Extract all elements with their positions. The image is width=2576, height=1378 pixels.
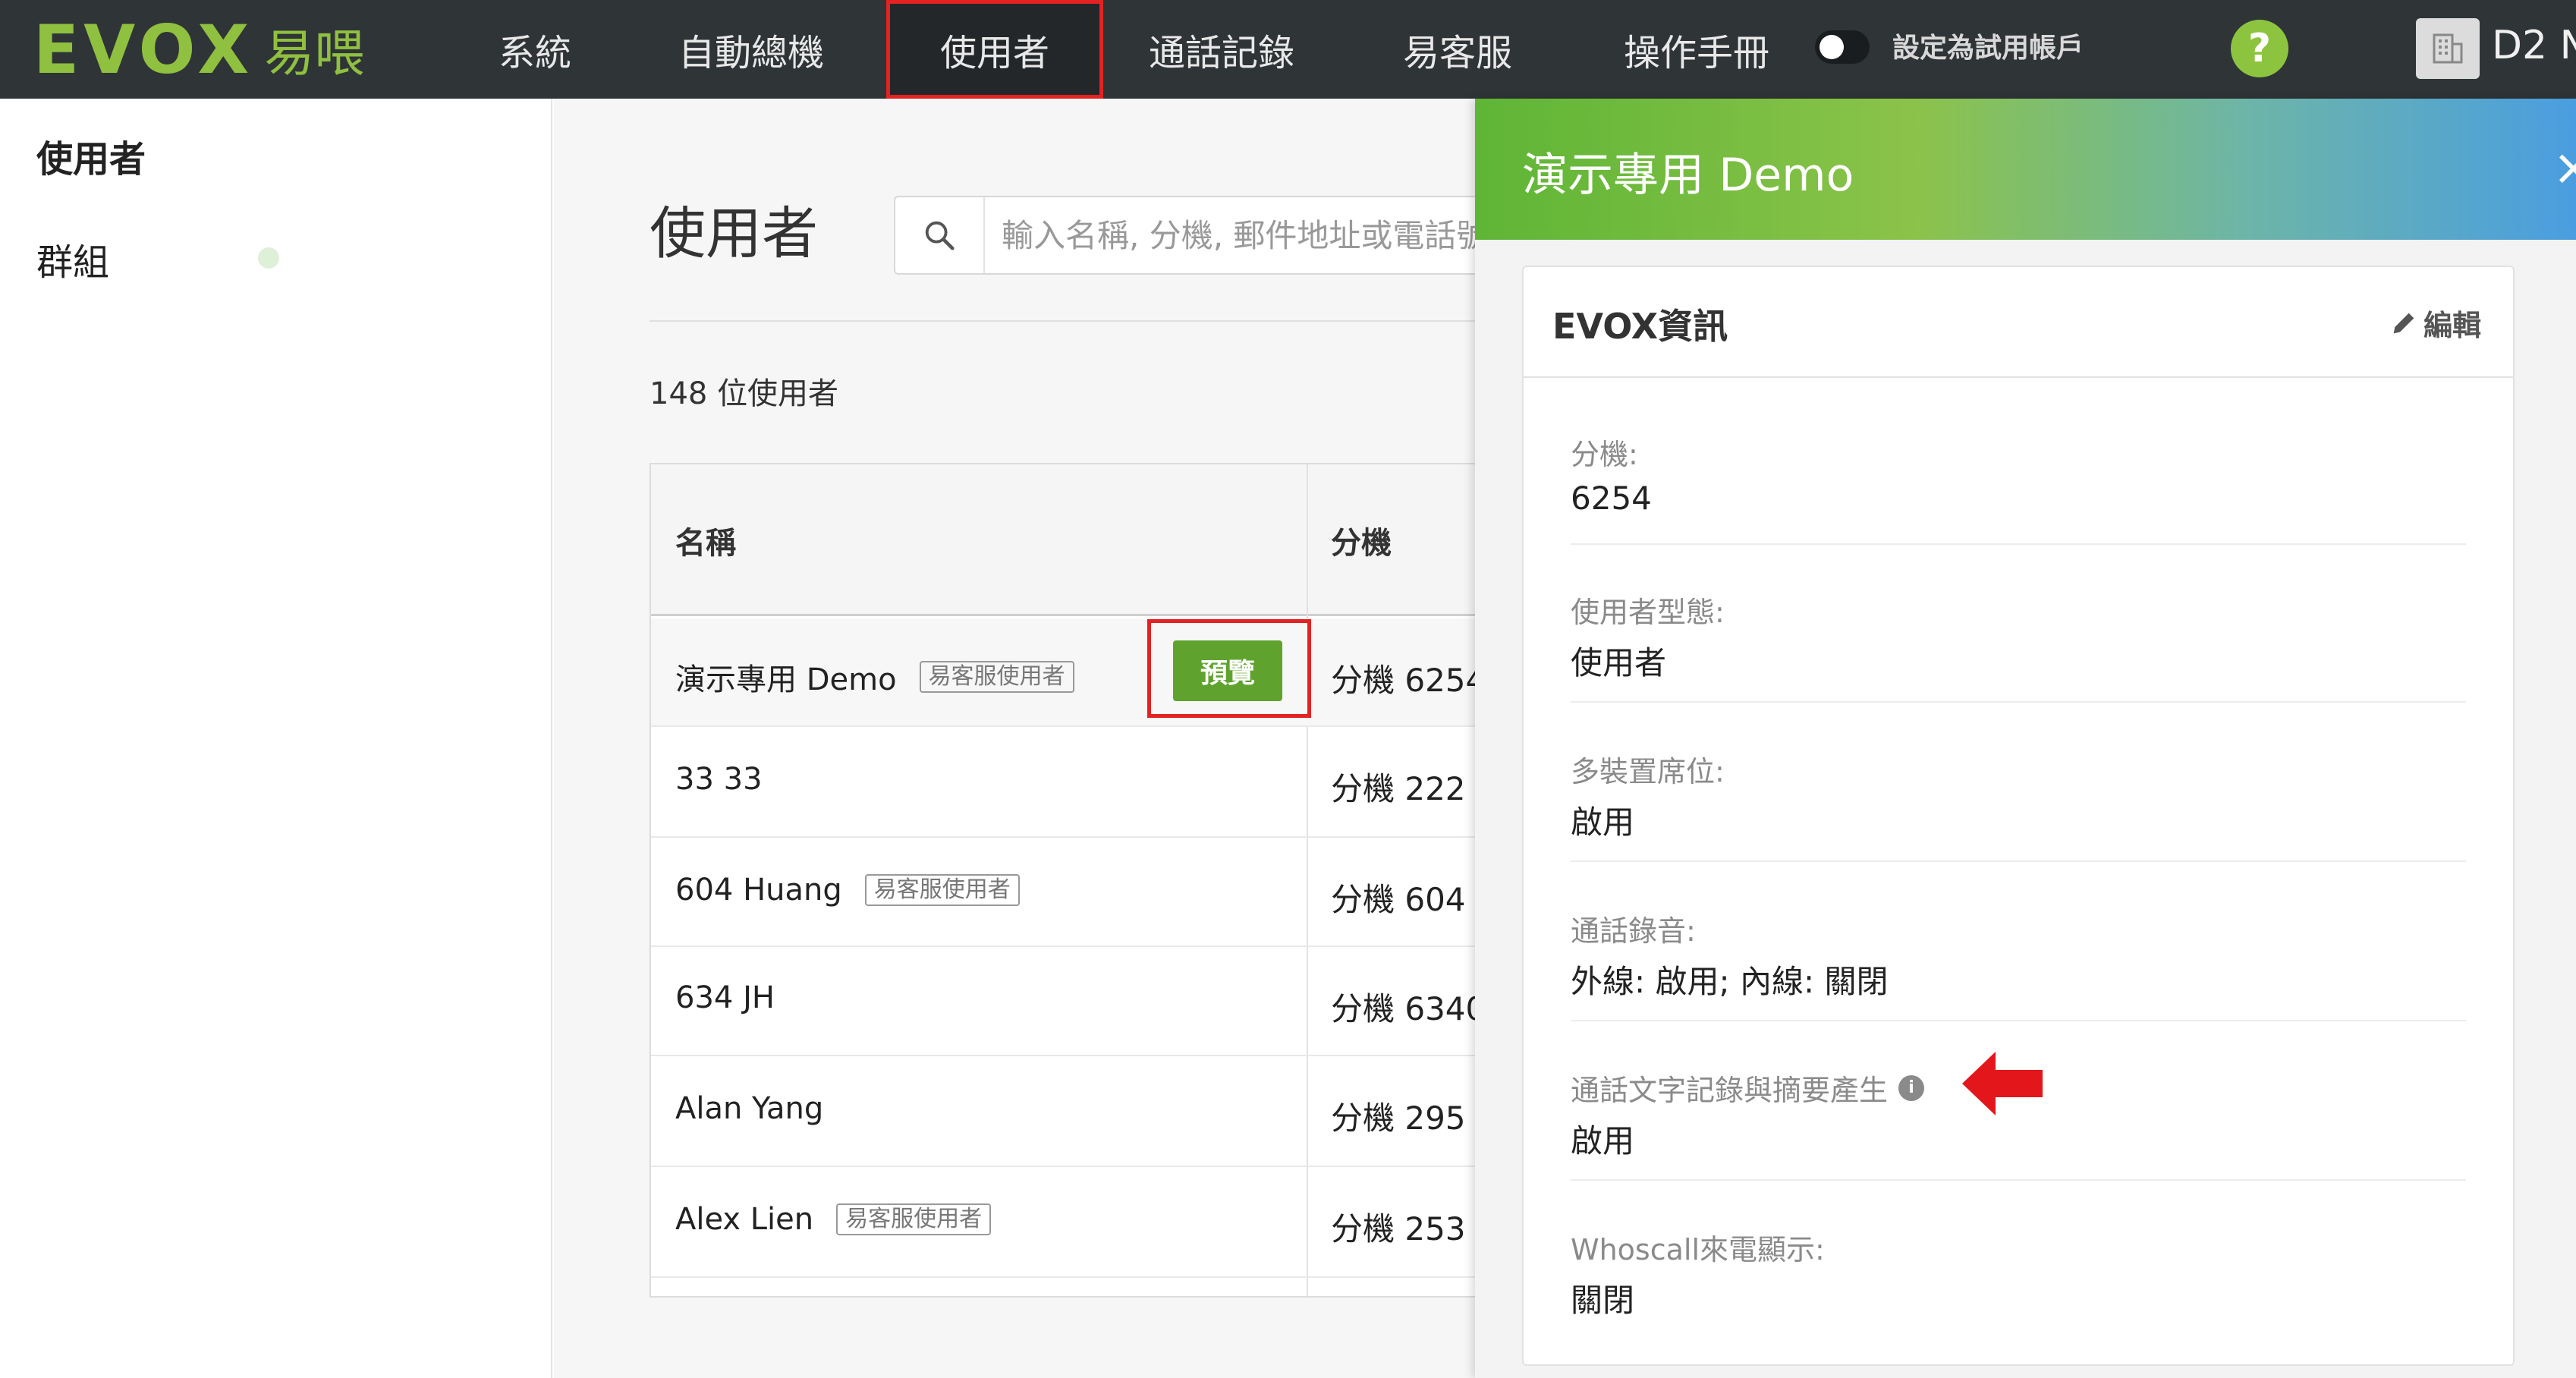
- pencil-icon: [2393, 313, 2414, 333]
- trial-account-toggle[interactable]: [1815, 30, 1870, 64]
- building-icon-svg: [2433, 33, 2463, 64]
- extension-cell: 分機 6254: [1331, 662, 1484, 699]
- extension-cell: 分機 604: [1331, 881, 1466, 918]
- search-input[interactable]: [1002, 214, 1487, 256]
- user-name-cell: Alan Yang: [675, 1091, 823, 1126]
- card-header: EVOX資訊 編輯: [1524, 267, 2513, 378]
- users-table: 名稱 分機 演示專用 Demo 易客服使用者 分機 6254 33 33 分機 …: [650, 463, 1484, 1298]
- user-name: 634 JH: [675, 980, 775, 1015]
- close-icon[interactable]: ×: [2552, 138, 2576, 197]
- building-icon[interactable]: [2416, 18, 2480, 79]
- nav-item-system[interactable]: 系統: [478, 0, 592, 99]
- field-value: 外線: 啟用; 內線: 關閉: [1571, 963, 1889, 1000]
- help-button[interactable]: ?: [2231, 20, 2288, 77]
- drawer-header: 演示專用 Demo ×: [1475, 99, 2576, 240]
- column-header-name[interactable]: 名稱: [675, 464, 736, 616]
- divider: [650, 320, 1484, 322]
- user-name: 演示專用 Demo: [675, 662, 897, 697]
- field-label: 使用者型態:: [1571, 596, 1725, 629]
- edit-label: 編輯: [2423, 309, 2482, 342]
- user-name-cell: 604 Huang 易客服使用者: [675, 873, 1020, 908]
- search-icon[interactable]: [895, 197, 985, 273]
- extension-cell: 分機 253: [1331, 1210, 1466, 1247]
- nav-item-customer-service[interactable]: 易客服: [1386, 0, 1530, 99]
- edit-button[interactable]: 編輯: [2389, 302, 2481, 344]
- field-value: 6254: [1571, 480, 1652, 517]
- table-row[interactable]: Alex Lien 易客服使用者 分機 253: [651, 1167, 1483, 1278]
- user-name: 604 Huang: [675, 873, 842, 908]
- field-label: 通話錄音:: [1571, 914, 1696, 948]
- user-name-cell: 634 JH: [675, 980, 775, 1015]
- user-detail-drawer: 演示專用 Demo × EVOX資訊 編輯 分機: 6254 使用者型態: 使用…: [1475, 99, 2576, 1378]
- customer-service-tag: 易客服使用者: [836, 1203, 992, 1235]
- red-arrow-icon: [1962, 1052, 2043, 1115]
- customer-service-tag: 易客服使用者: [864, 874, 1020, 906]
- sidebar-item-users[interactable]: 使用者: [36, 129, 146, 182]
- field-value: 啟用: [1571, 1122, 1635, 1159]
- field-label: Whoscall來電顯示:: [1571, 1233, 1825, 1266]
- top-navigation-bar: EVOX 易喂 系統 自動總機 使用者 通話記錄 易客服 操作手冊 設定為試用帳…: [0, 0, 2576, 99]
- column-header-extension[interactable]: 分機: [1331, 464, 1392, 616]
- extension-cell: 分機 6340: [1331, 990, 1484, 1027]
- card-title: EVOX資訊: [1552, 306, 1728, 347]
- search-box[interactable]: [894, 196, 1501, 275]
- field-label: 多裝置席位:: [1571, 755, 1725, 788]
- evox-info-card: EVOX資訊 編輯 分機: 6254 使用者型態: 使用者 多裝置席位: 啟用 …: [1522, 266, 2515, 1366]
- field-whoscall: Whoscall來電顯示: 關閉: [1571, 1226, 2466, 1340]
- field-label: 通話文字記錄與摘要產生 i: [1571, 1067, 1925, 1109]
- field-extension: 分機: 6254: [1571, 431, 2466, 545]
- field-multi-device-seat: 多裝置席位: 啟用: [1571, 748, 2466, 862]
- table-row[interactable]: 演示專用 Demo 易客服使用者 分機 6254: [651, 618, 1484, 727]
- sidebar-item-groups[interactable]: 群組: [36, 232, 109, 285]
- table-row[interactable]: Alan Yang 分機 295: [651, 1056, 1483, 1167]
- field-value: 關閉: [1571, 1282, 1635, 1319]
- logo-text: EVOX: [33, 10, 254, 89]
- user-name: Alan Yang: [675, 1091, 824, 1126]
- nav-item-manual[interactable]: 操作手冊: [1606, 0, 1788, 99]
- table-row[interactable]: 33 33 分機 222: [651, 727, 1483, 838]
- user-count: 148 位使用者: [650, 376, 839, 411]
- search-icon-svg: [925, 221, 955, 250]
- field-label: 分機:: [1571, 438, 1638, 471]
- user-name-cell: Alex Lien 易客服使用者: [675, 1202, 992, 1237]
- field-value: 使用者: [1571, 644, 1667, 681]
- table-header: 名稱 分機: [651, 464, 1483, 616]
- field-call-recording: 通話錄音: 外線: 啟用; 內線: 關閉: [1571, 908, 2466, 1021]
- drawer-title: 演示專用 Demo: [1522, 149, 1854, 202]
- toggle-knob: [1820, 35, 1844, 59]
- extension-cell: 分機 222: [1331, 770, 1466, 807]
- nav-item-auto-attendant[interactable]: 自動總機: [660, 0, 842, 99]
- logo-chinese-text: 易喂: [264, 24, 365, 83]
- nav-item-call-records[interactable]: 通話記錄: [1131, 0, 1313, 99]
- field-value: 啟用: [1571, 804, 1635, 841]
- table-row[interactable]: 604 Huang 易客服使用者 分機 604: [651, 838, 1483, 947]
- page-title: 使用者: [650, 201, 818, 266]
- extension-cell: 分機 295: [1331, 1100, 1466, 1137]
- main-content: 使用者 148 位使用者 名稱 分機 演示專用 Demo 易客服使用者 分機 6…: [554, 99, 1501, 1378]
- preview-button[interactable]: 預覽: [1173, 640, 1282, 701]
- evox-logo[interactable]: EVOX 易喂: [33, 11, 364, 89]
- sidebar: 使用者 群組: [0, 99, 552, 1378]
- info-icon[interactable]: i: [1898, 1074, 1925, 1101]
- nav-item-users[interactable]: 使用者: [886, 0, 1103, 99]
- field-user-type: 使用者型態: 使用者: [1571, 589, 2466, 703]
- user-name: 33 33: [675, 762, 763, 797]
- trial-account-label: 設定為試用帳戶: [1892, 33, 2084, 64]
- company-name[interactable]: D2 N: [2492, 23, 2576, 68]
- user-name-cell: 演示專用 Demo 易客服使用者: [675, 655, 1074, 699]
- status-dot: [258, 247, 279, 269]
- user-name-cell: 33 33: [675, 762, 763, 797]
- field-label-text: 通話文字記錄與摘要產生: [1571, 1074, 1889, 1107]
- table-row[interactable]: 634 JH 分機 6340: [651, 947, 1484, 1056]
- customer-service-tag: 易客服使用者: [919, 661, 1074, 693]
- user-name: Alex Lien: [675, 1202, 814, 1237]
